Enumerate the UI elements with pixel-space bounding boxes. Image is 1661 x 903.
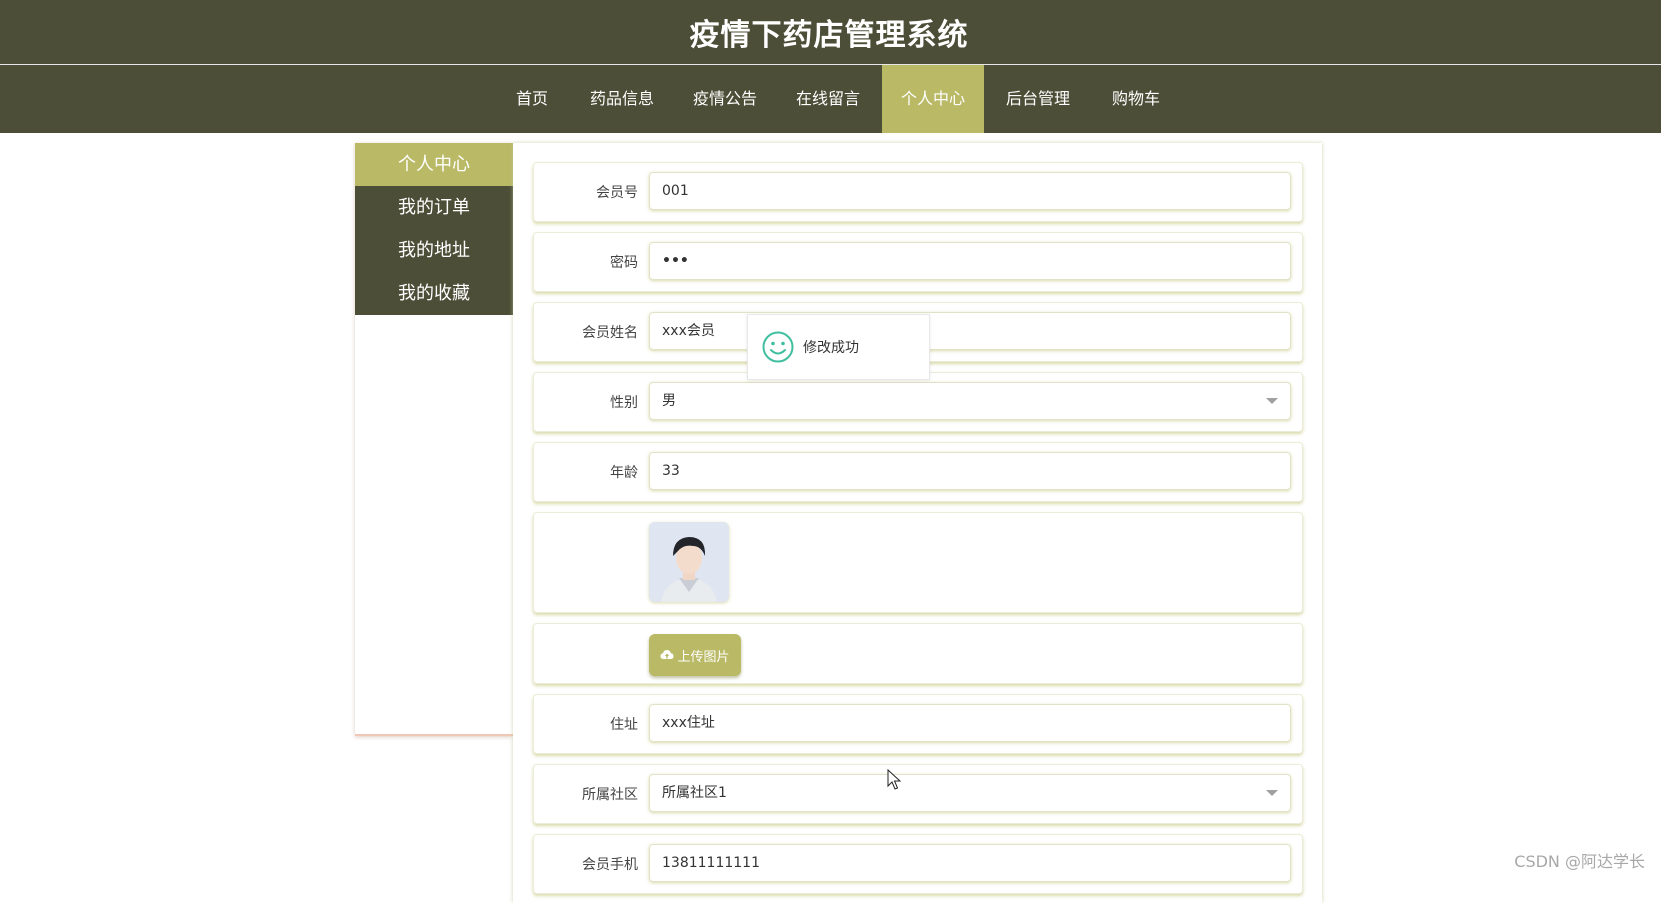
address-label: 住址 <box>610 717 638 733</box>
member-name-input[interactable]: xxx会员 <box>649 312 1291 350</box>
watermark: CSDN @阿达学长 <box>1514 852 1645 871</box>
form-row-community: 所属社区 所属社区1 <box>533 764 1303 824</box>
chevron-down-icon <box>1266 398 1278 404</box>
profile-form: 会员号 001 密码 ••• 会员姓名 xxx会员 性别 男 年龄 33 上传图… <box>513 143 1322 903</box>
nav-item-cart[interactable]: 购物车 <box>1096 65 1176 133</box>
nav-item-epidemic-notice[interactable]: 疫情公告 <box>683 65 767 133</box>
member-name-label: 会员姓名 <box>582 325 638 341</box>
community-select[interactable]: 所属社区1 <box>649 774 1291 812</box>
member-no-label: 会员号 <box>596 185 638 201</box>
sidebar: 个人中心 我的订单 我的地址 我的收藏 <box>355 143 513 736</box>
form-row-gender: 性别 男 <box>533 372 1303 432</box>
age-label: 年龄 <box>610 465 638 481</box>
smile-icon <box>762 331 794 363</box>
form-row-address: 住址 xxx住址 <box>533 694 1303 754</box>
avatar-image <box>649 522 729 602</box>
phone-label: 会员手机 <box>582 857 638 873</box>
phone-input[interactable]: 13811111111 <box>649 844 1291 882</box>
password-input[interactable]: ••• <box>649 242 1291 280</box>
nav-item-personal-center[interactable]: 个人中心 <box>882 65 984 133</box>
community-label: 所属社区 <box>582 787 638 803</box>
community-value: 所属社区1 <box>662 785 727 801</box>
toast-message: 修改成功 <box>803 340 859 356</box>
sidebar-item-personal-center[interactable]: 个人中心 <box>355 143 513 186</box>
password-label: 密码 <box>610 255 638 271</box>
form-row-avatar <box>533 512 1303 613</box>
nav-item-home[interactable]: 首页 <box>504 65 560 133</box>
nav-item-online-message[interactable]: 在线留言 <box>786 65 870 133</box>
site-title: 疫情下药店管理系统 <box>689 18 969 53</box>
gender-label: 性别 <box>610 395 638 411</box>
nav-item-drug-info[interactable]: 药品信息 <box>580 65 664 133</box>
age-input[interactable]: 33 <box>649 452 1291 490</box>
sidebar-item-my-address[interactable]: 我的地址 <box>355 229 513 272</box>
cloud-upload-icon <box>660 650 674 659</box>
gender-select[interactable]: 男 <box>649 382 1291 420</box>
main-nav: 首页 药品信息 疫情公告 在线留言 个人中心 后台管理 购物车 <box>0 65 1661 133</box>
member-no-input[interactable]: 001 <box>649 172 1291 210</box>
sidebar-item-my-favorites[interactable]: 我的收藏 <box>355 272 513 315</box>
form-row-password: 密码 ••• <box>533 232 1303 292</box>
form-row-phone: 会员手机 13811111111 <box>533 834 1303 894</box>
form-row-member-no: 会员号 001 <box>533 162 1303 222</box>
success-toast: 修改成功 <box>747 314 930 380</box>
upload-image-label: 上传图片 <box>677 649 730 665</box>
nav-item-admin[interactable]: 后台管理 <box>996 65 1080 133</box>
address-input[interactable]: xxx住址 <box>649 704 1291 742</box>
form-row-age: 年龄 33 <box>533 442 1303 502</box>
sidebar-item-my-orders[interactable]: 我的订单 <box>355 186 513 229</box>
avatar <box>649 522 729 602</box>
site-header: 疫情下药店管理系统 <box>0 0 1661 65</box>
chevron-down-icon <box>1266 790 1278 796</box>
form-row-upload: 上传图片 <box>533 623 1303 684</box>
upload-image-button[interactable]: 上传图片 <box>649 634 741 676</box>
gender-value: 男 <box>662 393 676 409</box>
mouse-cursor-icon <box>887 769 901 790</box>
